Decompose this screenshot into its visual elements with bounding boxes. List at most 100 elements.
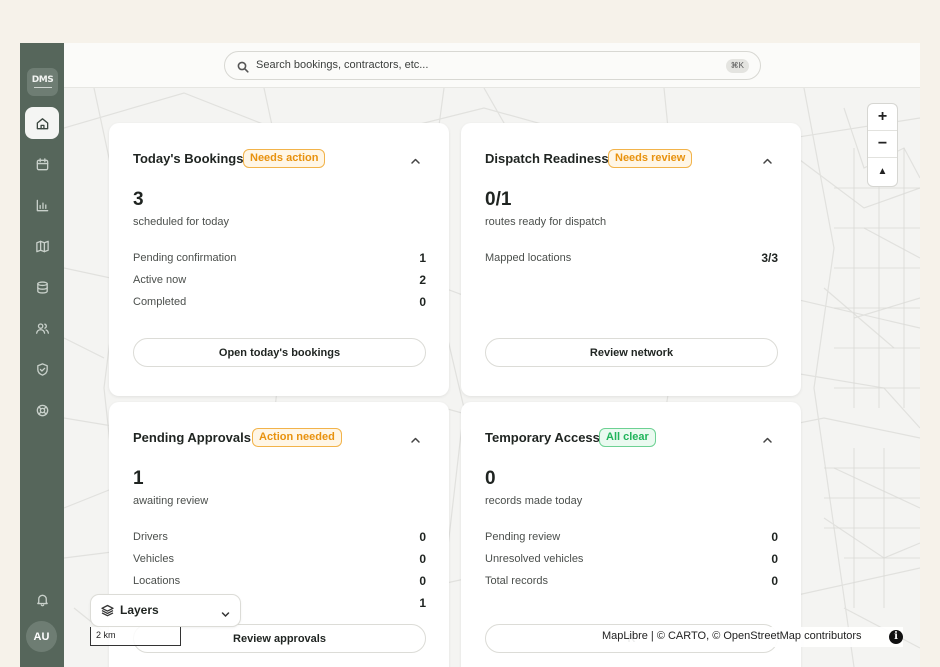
stat-value: 0 xyxy=(771,574,778,588)
card-metric: 3 xyxy=(133,189,144,210)
status-badge: Needs action xyxy=(243,149,326,168)
stat-value: 0 xyxy=(419,530,426,544)
logo-underline xyxy=(33,87,52,88)
stat-row: Pending confirmation 1 xyxy=(133,247,426,269)
status-badge: Action needed xyxy=(252,428,342,447)
layers-label: Layers xyxy=(120,603,159,617)
info-icon[interactable]: i xyxy=(889,630,903,644)
stat-label: Pending review xyxy=(485,531,561,543)
stat-label: Vehicles xyxy=(133,553,174,565)
stat-row: Vehicles 0 xyxy=(133,548,426,570)
users-icon xyxy=(35,322,49,334)
nav-notifications[interactable] xyxy=(25,583,59,615)
nav-home[interactable] xyxy=(25,107,59,139)
stat-row: Mapped locations 3/3 xyxy=(485,247,778,269)
open-todays-bookings-button[interactable]: Open today's bookings xyxy=(133,338,426,367)
stat-value: 2 xyxy=(419,273,426,287)
zoom-out-button[interactable]: − xyxy=(868,131,897,158)
card-title: Dispatch Readiness xyxy=(485,151,609,166)
stat-value: 0 xyxy=(419,552,426,566)
search-shortcut-badge: ⌘K xyxy=(725,59,749,73)
help-buoy-icon xyxy=(36,404,48,416)
stat-row: Total records 0 xyxy=(485,570,778,592)
stat-row: Locations 0 xyxy=(133,570,426,592)
layers-icon xyxy=(101,604,114,617)
card-metric: 1 xyxy=(133,468,144,489)
app-window: DMS AU Search bookings, contractors, etc… xyxy=(20,43,920,667)
map-canvas[interactable]: + − ▲ Today's Bookings Needs action 3 sc… xyxy=(64,88,920,667)
map-scale-bar: 2 km xyxy=(90,627,181,646)
stat-value: 0 xyxy=(771,530,778,544)
card-stats: Pending review 0 Unresolved vehicles 0 Tot… xyxy=(485,526,778,592)
stat-row: Pending review 0 xyxy=(485,526,778,548)
chevron-down-icon xyxy=(221,606,230,618)
card-title: Temporary Access xyxy=(485,430,600,445)
nav-users[interactable] xyxy=(25,312,59,344)
stat-label: Pending confirmation xyxy=(133,252,237,264)
card-subtitle: records made today xyxy=(485,495,583,507)
map-icon xyxy=(35,240,49,252)
nav-help[interactable] xyxy=(25,394,59,426)
status-badge: All clear xyxy=(599,428,656,447)
card-dispatch-readiness: Dispatch Readiness Needs review 0/1 rout… xyxy=(461,123,801,396)
stat-value: 1 xyxy=(419,251,426,265)
review-network-button[interactable]: Review network xyxy=(485,338,778,367)
search-placeholder: Search bookings, contractors, etc... xyxy=(256,59,429,71)
compass-button[interactable]: ▲ xyxy=(868,158,897,185)
stat-row: Drivers 0 xyxy=(133,526,426,548)
home-icon xyxy=(36,117,48,129)
stat-label: Mapped locations xyxy=(485,252,572,264)
calendar-icon xyxy=(36,157,48,170)
stat-value: 0 xyxy=(771,552,778,566)
nav-security[interactable] xyxy=(25,353,59,385)
chevron-up-icon[interactable] xyxy=(762,154,773,165)
shield-check-icon xyxy=(36,362,48,376)
card-title: Pending Approvals xyxy=(133,430,251,445)
search-input[interactable]: Search bookings, contractors, etc... ⌘K xyxy=(224,51,761,80)
stat-value: 0 xyxy=(419,295,426,309)
stat-value: 3/3 xyxy=(761,251,778,265)
nav-calendar[interactable] xyxy=(25,148,59,180)
map-attribution: MapLibre | © CARTO, © OpenStreetMap cont… xyxy=(596,627,903,647)
chevron-up-icon[interactable] xyxy=(410,433,421,444)
card-subtitle: scheduled for today xyxy=(133,216,230,228)
card-metric: 0/1 xyxy=(485,189,512,210)
user-avatar[interactable]: AU xyxy=(26,621,57,652)
stat-label: Unresolved vehicles xyxy=(485,553,584,565)
nav-reports[interactable] xyxy=(25,189,59,221)
layers-dropdown[interactable]: Layers xyxy=(91,595,240,626)
logo-text: DMS xyxy=(31,75,54,85)
status-badge: Needs review xyxy=(608,149,693,168)
stat-value: 0 xyxy=(419,574,426,588)
nav-database[interactable] xyxy=(25,271,59,303)
stat-label: Active now xyxy=(133,274,187,286)
stat-value: 1 xyxy=(419,596,426,610)
card-subtitle: awaiting review xyxy=(133,495,209,507)
search-icon xyxy=(237,60,249,73)
zoom-in-button[interactable]: + xyxy=(868,104,897,131)
stat-label: Drivers xyxy=(133,531,168,543)
database-icon xyxy=(36,280,48,294)
attribution-text: MapLibre | © CARTO, © OpenStreetMap cont… xyxy=(602,630,862,642)
chevron-up-icon[interactable] xyxy=(762,433,773,444)
card-metric: 0 xyxy=(485,468,496,489)
bell-icon xyxy=(36,594,48,606)
app-logo[interactable]: DMS xyxy=(27,68,58,96)
bar-chart-icon xyxy=(36,199,48,211)
stat-row: Active now 2 xyxy=(133,269,426,291)
sidebar: DMS AU xyxy=(20,43,64,667)
stat-label: Completed xyxy=(133,296,187,308)
stat-label: Locations xyxy=(133,575,181,587)
stat-row: Unresolved vehicles 0 xyxy=(485,548,778,570)
card-stats: Mapped locations 3/3 xyxy=(485,247,778,269)
map-zoom-controls: + − ▲ xyxy=(868,104,897,186)
card-todays-bookings: Today's Bookings Needs action 3 schedule… xyxy=(109,123,449,396)
card-subtitle: routes ready for dispatch xyxy=(485,216,607,228)
stat-label: Total records xyxy=(485,575,548,587)
top-bar: Search bookings, contractors, etc... ⌘K xyxy=(64,43,920,88)
stat-row: Completed 0 xyxy=(133,291,426,313)
nav-map[interactable] xyxy=(25,230,59,262)
chevron-up-icon[interactable] xyxy=(410,154,421,165)
card-title: Today's Bookings xyxy=(133,151,244,166)
card-stats: Pending confirmation 1 Active now 2 Comple… xyxy=(133,247,426,313)
